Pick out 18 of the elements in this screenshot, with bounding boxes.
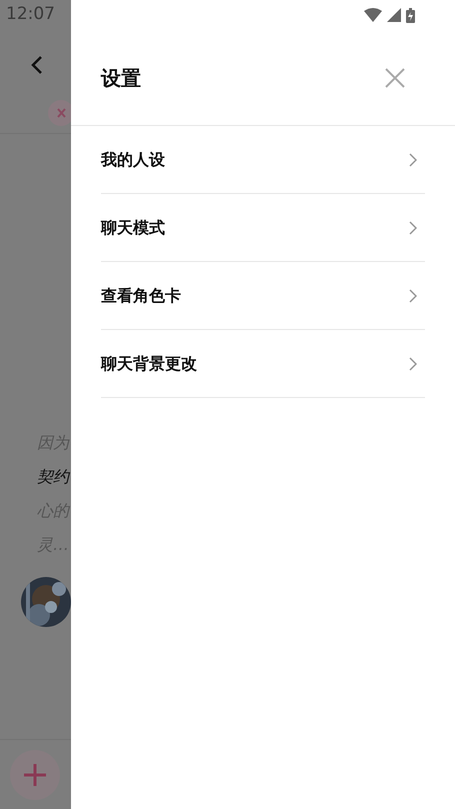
chevron-icon	[409, 288, 417, 302]
close-icon[interactable]	[385, 68, 405, 88]
plus-icon[interactable]	[10, 750, 60, 800]
wifi-icon	[364, 8, 382, 22]
chevron-icon	[409, 152, 417, 166]
tag-icon	[45, 100, 71, 126]
drawer-title: 设置	[101, 64, 141, 92]
back-icon[interactable]	[30, 55, 44, 75]
settings-item[interactable]: 查看角色卡	[101, 262, 425, 330]
chevron-icon	[409, 356, 417, 370]
chat-text: 契约	[37, 467, 71, 487]
settings-item[interactable]: 聊天背景更改	[101, 330, 425, 398]
chevron-icon	[409, 220, 417, 234]
battery-icon	[406, 8, 415, 22]
settings-item[interactable]: 聊天模式	[101, 194, 425, 262]
status-time: 12:07	[6, 3, 55, 26]
signal-icon	[387, 8, 401, 22]
settings-item[interactable]: 我的人设	[101, 126, 425, 194]
